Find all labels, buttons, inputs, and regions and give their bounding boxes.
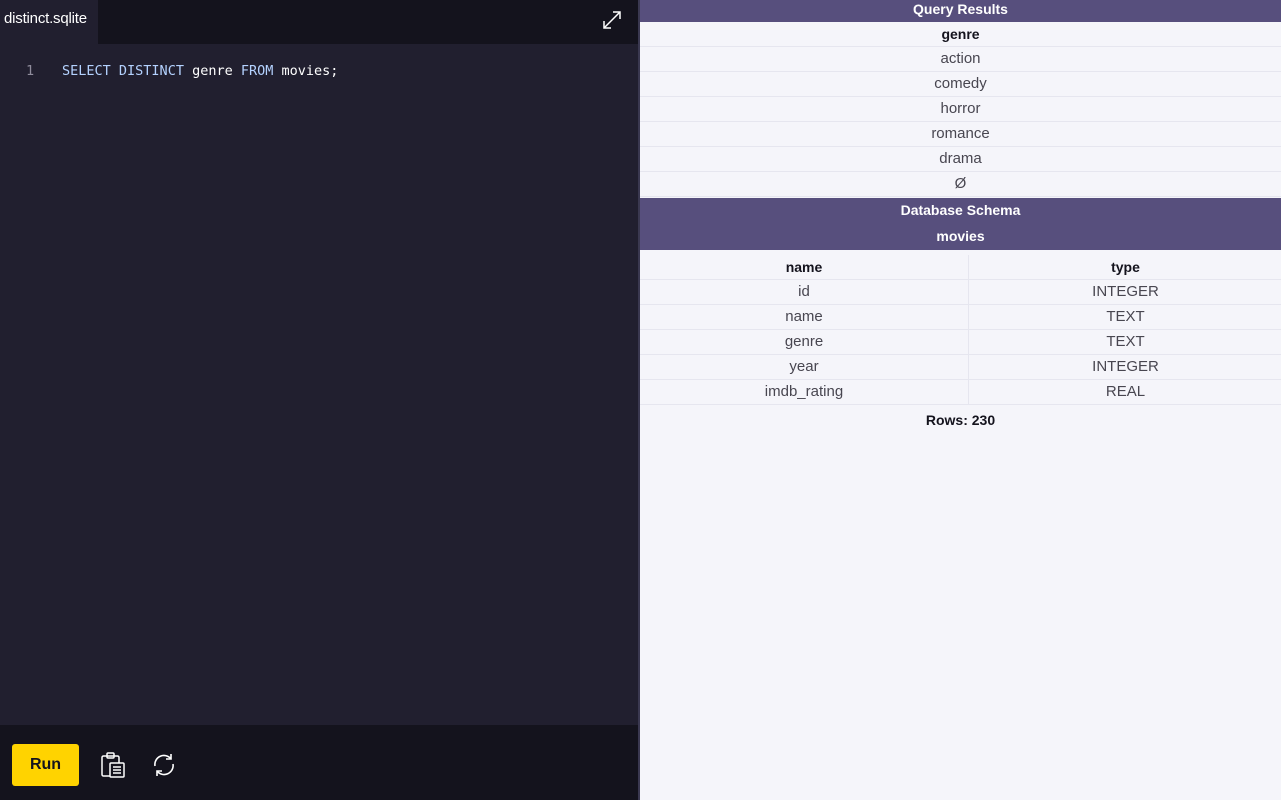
result-row: drama bbox=[640, 147, 1281, 172]
sql-identifier: movies; bbox=[281, 63, 339, 79]
result-cell: action bbox=[940, 50, 981, 67]
rows-count: Rows: 230 bbox=[925, 412, 996, 428]
results-header-row: genre bbox=[640, 22, 1281, 47]
code-text[interactable]: SELECT DISTINCT genre FROM movies; bbox=[62, 60, 338, 82]
schema-row: name TEXT bbox=[640, 305, 1281, 330]
sql-keyword: SELECT bbox=[62, 63, 111, 79]
result-row: romance bbox=[640, 122, 1281, 147]
schema-cell-name: name bbox=[640, 305, 969, 330]
schema-column-header-name: name bbox=[640, 255, 969, 280]
schema-cell-name: genre bbox=[640, 330, 969, 355]
result-row: Ø bbox=[640, 172, 1281, 197]
line-number: 1 bbox=[26, 63, 35, 79]
schema-header-row: name type bbox=[640, 255, 1281, 280]
result-cell: romance bbox=[931, 125, 990, 142]
schema-header: Database Schema movies bbox=[640, 198, 1281, 250]
sql-identifier: genre bbox=[192, 63, 233, 79]
result-row: action bbox=[640, 47, 1281, 72]
query-results-title: Query Results bbox=[640, 0, 1281, 22]
schema-cell-name: year bbox=[640, 355, 969, 380]
schema-cell-type: TEXT bbox=[1106, 333, 1145, 350]
schema-cell-type: TEXT bbox=[1106, 308, 1145, 325]
schema-cell-name: id bbox=[640, 280, 969, 305]
refresh-icon[interactable] bbox=[150, 751, 178, 779]
schema-row: imdb_rating REAL bbox=[640, 380, 1281, 405]
schema-row: genre TEXT bbox=[640, 330, 1281, 355]
schema-row: year INTEGER bbox=[640, 355, 1281, 380]
schema-table-name: movies bbox=[936, 228, 985, 244]
result-cell: drama bbox=[939, 150, 982, 167]
schema-cell-type: REAL bbox=[1105, 383, 1146, 400]
schema-cell-type: INTEGER bbox=[1092, 358, 1159, 375]
file-tab[interactable]: distinct.sqlite bbox=[0, 0, 98, 44]
code-area[interactable]: 1 SELECT DISTINCT genre FROM movies; bbox=[0, 60, 638, 82]
schema-cell-name: imdb_rating bbox=[640, 380, 969, 405]
schema-row: id INTEGER bbox=[640, 280, 1281, 305]
result-cell: horror bbox=[940, 100, 981, 117]
code-line[interactable]: 1 SELECT DISTINCT genre FROM movies; bbox=[0, 60, 638, 82]
result-row: comedy bbox=[640, 72, 1281, 97]
run-button[interactable]: Run bbox=[12, 744, 79, 786]
editor-toolbar: Run bbox=[0, 725, 638, 800]
schema-title: Database Schema bbox=[900, 202, 1021, 218]
sql-keyword: FROM bbox=[240, 63, 274, 79]
result-cell: comedy bbox=[934, 75, 987, 92]
results-column-header: genre bbox=[941, 26, 980, 42]
result-cell: Ø bbox=[954, 175, 967, 192]
result-row: horror bbox=[640, 97, 1281, 122]
editor-tab-bar: distinct.sqlite bbox=[0, 0, 638, 44]
expand-icon[interactable] bbox=[600, 8, 624, 32]
sql-keyword: DISTINCT bbox=[118, 63, 184, 79]
schema-cell-type: INTEGER bbox=[1092, 283, 1159, 300]
results-panel: Query Results genre action comedy horror ro… bbox=[640, 0, 1281, 800]
code-editor-panel: distinct.sqlite 1 SELECT DISTINCT genre F… bbox=[0, 0, 638, 800]
schema-column-header-type: type bbox=[1111, 259, 1140, 275]
clipboard-icon[interactable] bbox=[99, 751, 127, 779]
